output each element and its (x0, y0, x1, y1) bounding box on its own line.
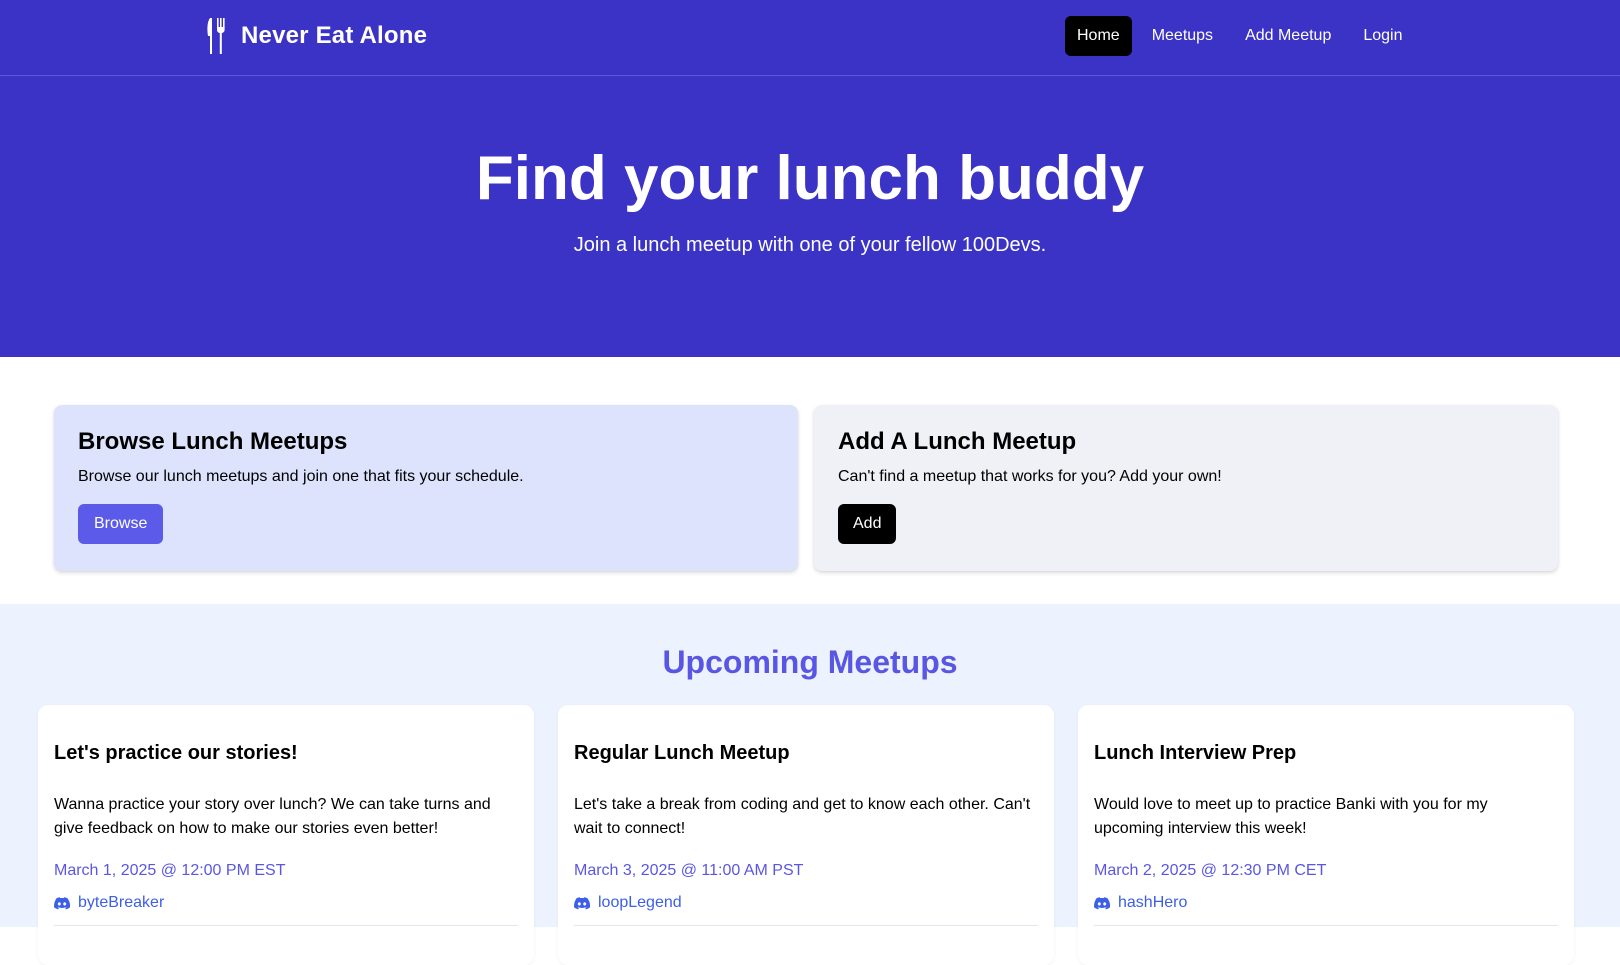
nav-meetups-link[interactable]: Meetups (1141, 16, 1224, 56)
discord-icon (54, 896, 71, 910)
browse-card: Browse Lunch Meetups Browse our lunch me… (54, 405, 798, 571)
brand[interactable]: Never Eat Alone (205, 14, 427, 58)
meetup-description: Would love to meet up to practice Banki … (1094, 796, 1488, 837)
divider (574, 925, 1038, 926)
meetup-datetime: March 1, 2025 @ 12:00 PM EST (54, 862, 286, 879)
meetup-card[interactable]: Let's practice our stories! Wanna practi… (38, 705, 534, 965)
add-button[interactable]: Add (838, 504, 897, 545)
meetup-host-name: byteBreaker (78, 894, 165, 911)
meetup-card[interactable]: Regular Lunch Meetup Let's take a break … (558, 705, 1054, 965)
meetup-host-name: hashHero (1118, 894, 1188, 911)
divider (54, 925, 518, 926)
meetup-datetime: March 2, 2025 @ 12:30 PM CET (1094, 862, 1327, 879)
browse-card-title: Browse Lunch Meetups (78, 428, 348, 455)
action-cards-section: Browse Lunch Meetups Browse our lunch me… (0, 357, 1620, 604)
meetup-datetime: March 3, 2025 @ 11:00 AM PST (574, 862, 804, 879)
hero-subtitle: Join a lunch meetup with one of your fel… (573, 234, 1047, 256)
hero: Find your lunch buddy Join a lunch meetu… (0, 76, 1620, 357)
meetup-host[interactable]: byteBreaker (54, 894, 164, 912)
upcoming-meetups-section: Upcoming Meetups Let's practice our stor… (0, 604, 1620, 965)
divider (1094, 925, 1558, 926)
meetup-title: Lunch Interview Prep (1094, 742, 1297, 764)
fork-knife-icon (205, 16, 227, 56)
main-nav: Home Meetups Add Meetup Login (1065, 16, 1424, 56)
nav-home-link[interactable]: Home (1065, 16, 1132, 56)
meetup-host[interactable]: hashHero (1094, 894, 1187, 912)
hero-title: Find your lunch buddy (475, 144, 1145, 213)
nav-add-meetup-link[interactable]: Add Meetup (1234, 16, 1342, 56)
browse-button[interactable]: Browse (78, 504, 164, 545)
meetup-title: Let's practice our stories! (54, 742, 298, 764)
browse-card-text: Browse our lunch meetups and join one th… (78, 468, 524, 486)
navbar: Never Eat Alone Home Meetups Add Meetup … (0, 0, 1620, 76)
nav-login-link[interactable]: Login (1352, 16, 1413, 56)
discord-icon (1094, 896, 1111, 910)
meetup-card[interactable]: Lunch Interview Prep Would love to meet … (1078, 705, 1574, 965)
meetup-description: Wanna practice your story over lunch? We… (54, 796, 491, 837)
meetup-host[interactable]: loopLegend (574, 894, 682, 912)
discord-icon (574, 896, 591, 910)
upcoming-title: Upcoming Meetups (662, 644, 958, 680)
meetup-host-name: loopLegend (598, 894, 682, 911)
brand-name: Never Eat Alone (241, 22, 428, 49)
add-card-text: Can't find a meetup that works for you? … (838, 468, 1222, 486)
meetup-title: Regular Lunch Meetup (574, 742, 790, 764)
add-card-title: Add A Lunch Meetup (838, 428, 1077, 455)
meetup-description: Let's take a break from coding and get t… (574, 796, 1031, 837)
add-card: Add A Lunch Meetup Can't find a meetup t… (814, 405, 1558, 571)
